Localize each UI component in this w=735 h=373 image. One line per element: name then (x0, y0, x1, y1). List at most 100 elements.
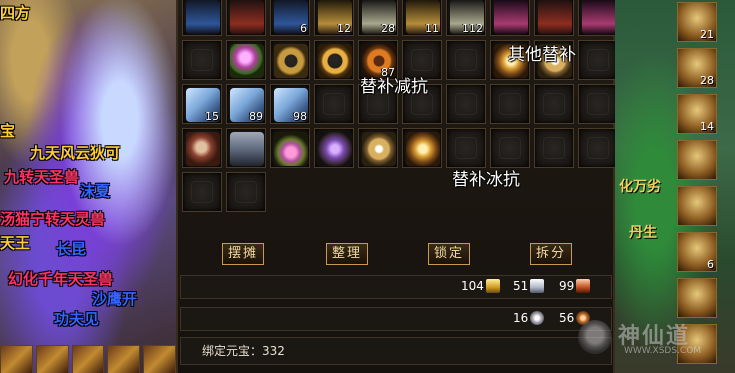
inventory-slot[interactable] (490, 0, 530, 36)
inventory-item-icon (494, 0, 528, 34)
inventory-item-icon (230, 0, 264, 34)
green-gem-ring-icon (230, 44, 264, 78)
label-other-substitute: 其他替补 (508, 45, 576, 65)
scene-label: 九天风云狄可 (30, 144, 121, 162)
inventory-slot[interactable] (490, 84, 530, 124)
item-count: 28 (700, 74, 714, 87)
buddha-statue-icon[interactable]: 14 (677, 94, 717, 134)
inventory-slot[interactable] (314, 40, 354, 80)
inventory-item-icon (582, 0, 616, 34)
currency-bar-2: 16 56 (180, 307, 612, 331)
scene-label: 九转天圣兽 (4, 168, 80, 186)
red-book-icon (576, 279, 591, 293)
scene-label: 宝 (0, 122, 16, 140)
inventory-slot[interactable] (534, 128, 574, 168)
scene-label: 汤猫宁转天灵兽 (0, 210, 106, 228)
portrait-icon[interactable] (143, 345, 176, 373)
silver-coin-amount: 16 (513, 311, 545, 325)
pink-pendant-icon (274, 132, 308, 166)
inventory-slot[interactable] (270, 40, 310, 80)
game-scene-right[interactable]: 化万劣 丹生 21 28 14 6 (615, 0, 735, 373)
game-scene-left[interactable]: 四方 宝 九天风云狄可 九转天圣兽 沫夏 汤猫宁转天灵兽 天王 长昆 幻化千年天… (0, 0, 176, 373)
inventory-slot[interactable] (314, 128, 354, 168)
red-book-amount: 99 (559, 279, 591, 293)
lock-button[interactable]: 锁定 (428, 243, 470, 265)
scene-label: 沫夏 (80, 182, 111, 200)
inventory-slot[interactable] (226, 172, 266, 212)
inventory-slot[interactable]: 12 (314, 0, 354, 36)
purple-charm-icon (318, 132, 352, 166)
gold-ingot-amount: 104 (461, 279, 500, 293)
golden-statue-icon[interactable] (677, 186, 717, 226)
scene-label: 化万劣 (619, 179, 661, 195)
label-substitute-resist-reduce: 替补减抗 (360, 77, 428, 97)
inventory-slot[interactable] (490, 128, 530, 168)
scene-label: 功夫见 (54, 310, 100, 328)
gold-bracelet-icon (274, 44, 308, 78)
item-count: 21 (700, 28, 714, 41)
label-substitute-ice-resist: 替补冰抗 (452, 170, 520, 190)
inventory-slot[interactable] (182, 0, 222, 36)
copper-coin-icon (576, 311, 591, 325)
inventory-slot[interactable] (314, 84, 354, 124)
inventory-slot[interactable] (446, 40, 486, 80)
dragon-ring-icon[interactable] (677, 278, 717, 318)
inventory-slot[interactable]: 28 (358, 0, 398, 36)
inventory-slot[interactable] (226, 0, 266, 36)
inventory-slot[interactable] (270, 128, 310, 168)
inventory-slot[interactable] (358, 128, 398, 168)
inventory-slot[interactable] (402, 128, 442, 168)
inventory-slot[interactable] (182, 40, 222, 80)
silver-book-icon (530, 279, 545, 293)
inventory-slot[interactable]: 112 (446, 0, 486, 36)
scene-label: 幻化千年天圣兽 (8, 270, 114, 288)
item-shortcut-bar: 21 28 14 6 (677, 0, 719, 370)
item-count: 89 (249, 110, 263, 123)
buddha-statue-icon[interactable]: 28 (677, 48, 717, 88)
bound-yuanbao-label: 绑定元宝：332 (202, 344, 285, 358)
inventory-slot[interactable] (578, 128, 618, 168)
inventory-slot[interactable] (446, 128, 486, 168)
sort-button[interactable]: 整理 (326, 243, 368, 265)
inventory-slot[interactable] (534, 84, 574, 124)
inventory-slot[interactable]: 11 (402, 0, 442, 36)
inventory-slot[interactable] (534, 0, 574, 36)
portrait-icon[interactable] (0, 345, 33, 373)
beast-head-icon[interactable] (677, 324, 717, 364)
gauntlet-icon (186, 132, 220, 166)
inventory-slot[interactable] (446, 84, 486, 124)
inventory-slot[interactable] (182, 172, 222, 212)
gold-medal-icon (362, 132, 396, 166)
silver-book-amount: 51 (513, 279, 545, 293)
inventory-slot[interactable] (182, 128, 222, 168)
item-count: 12 (337, 22, 351, 35)
item-count: 15 (205, 110, 219, 123)
inventory-item-icon (186, 0, 220, 34)
inventory-slot[interactable]: 98 (270, 84, 310, 124)
purple-gem-icon[interactable]: 21 (677, 2, 717, 42)
golden-crown-icon[interactable] (677, 140, 717, 180)
scene-label: 丹生 (629, 225, 657, 241)
inventory-slot[interactable] (578, 40, 618, 80)
portrait-icon[interactable] (107, 345, 141, 373)
gold-ingot-icon (485, 279, 500, 293)
stall-button[interactable]: 摆摊 (222, 243, 264, 265)
inventory-slot[interactable] (578, 84, 618, 124)
inventory-slot[interactable]: 6 (270, 0, 310, 36)
split-button[interactable]: 拆分 (530, 243, 572, 265)
inventory-panel: 6 12 28 11 112 87 15 89 98 其他替补 替补减抗 替补冰抗 摆摊 整理 … (176, 0, 618, 373)
inventory-slot[interactable] (226, 40, 266, 80)
inventory-slot[interactable] (226, 128, 266, 168)
scene-label: 长昆 (56, 240, 87, 258)
portrait-icon[interactable] (71, 345, 105, 373)
inventory-actions: 摆摊 整理 锁定 拆分 (178, 243, 617, 265)
coffin-icon[interactable]: 6 (677, 232, 717, 272)
scene-label: 沙鹰开 (92, 290, 138, 308)
golden-armor-icon (406, 132, 440, 166)
inventory-slot[interactable]: 15 (182, 84, 222, 124)
inventory-slot[interactable]: 89 (226, 84, 266, 124)
inventory-grid: 6 12 28 11 112 87 15 89 98 (182, 0, 618, 212)
portrait-icon[interactable] (35, 345, 69, 373)
inventory-slot[interactable] (578, 0, 618, 36)
item-count: 14 (700, 120, 714, 133)
